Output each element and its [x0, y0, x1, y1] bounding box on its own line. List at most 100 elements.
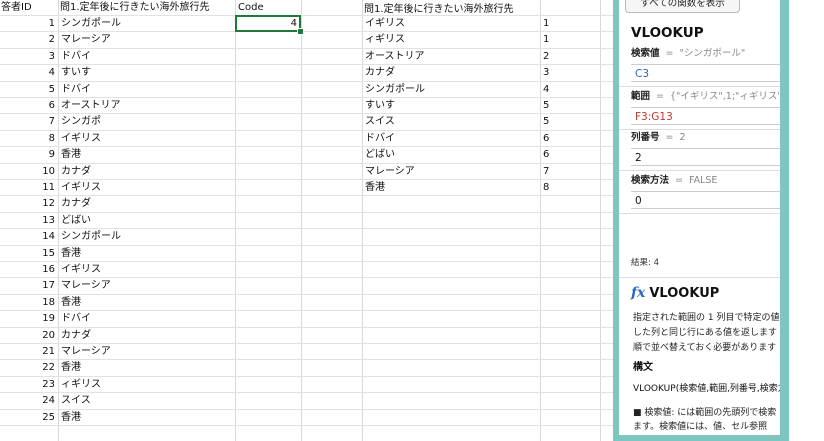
- lookup-name-cell[interactable]: カナダ: [365, 65, 539, 81]
- destination-cell[interactable]: シンガポール: [61, 16, 234, 32]
- respondent-id-cell[interactable]: 13: [0, 213, 58, 229]
- respondent-id-cell[interactable]: 2: [0, 32, 58, 48]
- selected-cell-c3[interactable]: [235, 15, 301, 32]
- header-code[interactable]: Code: [238, 0, 300, 16]
- lookup-code-cell[interactable]: 6: [543, 131, 599, 147]
- syntax-text: VLOOKUP(検索値,範囲,列番号,検索方: [633, 384, 780, 394]
- lookup-code-cell[interactable]: 1: [543, 16, 599, 32]
- lookup-name-cell[interactable]: ィギリス: [365, 32, 539, 48]
- header-question-1[interactable]: 問1.定年後に行きたい海外旅行先: [60, 0, 235, 16]
- argument-evaluated-value: 2: [679, 132, 686, 143]
- destination-cell[interactable]: 香港: [61, 360, 234, 376]
- destination-cell[interactable]: イギリス: [61, 131, 234, 147]
- respondent-id-cell[interactable]: 1: [0, 16, 58, 32]
- respondent-id-cell[interactable]: 22: [0, 360, 58, 376]
- panel-scroll-edge[interactable]: [780, 0, 789, 441]
- respondent-id-cell[interactable]: 17: [0, 278, 58, 294]
- destination-cell[interactable]: シンガポ: [61, 114, 234, 130]
- argument-input[interactable]: 2: [631, 148, 780, 166]
- description-line: 指定された範囲の 1 列目で特定の値: [633, 313, 780, 323]
- argument-help-line: ます。検索値には、値、セル参照: [633, 422, 768, 432]
- respondent-id-cell[interactable]: 20: [0, 328, 58, 344]
- respondent-id-cell[interactable]: 12: [0, 196, 58, 212]
- argument-input[interactable]: F3:G13: [631, 107, 780, 125]
- destination-cell[interactable]: ィギリス: [61, 377, 234, 393]
- lookup-code-cell[interactable]: 8: [543, 180, 599, 196]
- respondent-id-cell[interactable]: 10: [0, 164, 58, 180]
- respondent-id-cell[interactable]: 9: [0, 147, 58, 163]
- lookup-name-cell[interactable]: スイス: [365, 114, 539, 130]
- destination-cell[interactable]: マレーシア: [61, 32, 234, 48]
- function-title: VLOOKUP: [631, 25, 704, 41]
- argument-label: 列番号 = 2: [631, 129, 686, 143]
- spreadsheet-grid[interactable]: 答者ID 問1.定年後に行きたい海外旅行先 Code 問1.定年後に行きたい海外…: [0, 0, 613, 441]
- respondent-id-cell[interactable]: 18: [0, 295, 58, 311]
- show-all-functions-button[interactable]: すべての関数を表示: [625, 0, 740, 13]
- lookup-code-cell[interactable]: 5: [543, 114, 599, 130]
- lookup-name-cell[interactable]: オーストリア: [365, 49, 539, 65]
- lookup-code-cell[interactable]: 5: [543, 98, 599, 114]
- respondent-id-cell[interactable]: 3: [0, 49, 58, 65]
- destination-cell[interactable]: 香港: [61, 410, 234, 426]
- destination-cell[interactable]: ドバイ: [61, 311, 234, 327]
- argument-name: 検索値: [631, 48, 660, 59]
- respondent-id-cell[interactable]: 21: [0, 344, 58, 360]
- destination-cell[interactable]: オーストリア: [61, 98, 234, 114]
- respondent-id-cell[interactable]: 11: [0, 180, 58, 196]
- destination-cell[interactable]: カナダ: [61, 164, 234, 180]
- destination-cell[interactable]: マレーシア: [61, 344, 234, 360]
- lookup-code-cell[interactable]: 6: [543, 147, 599, 163]
- argument-input[interactable]: C3: [631, 64, 780, 82]
- destination-cell[interactable]: 香港: [61, 147, 234, 163]
- argument-label: 範囲 = {"イギリス",1;"ィギリス",1;": [631, 88, 780, 102]
- lookup-name-cell[interactable]: ドバイ: [365, 131, 539, 147]
- respondent-id-cell[interactable]: 23: [0, 377, 58, 393]
- destination-cell[interactable]: スイス: [61, 393, 234, 409]
- lookup-code-cell[interactable]: 1: [543, 32, 599, 48]
- destination-cell[interactable]: どばい: [61, 213, 234, 229]
- destination-cell[interactable]: イギリス: [61, 262, 234, 278]
- respondent-id-cell[interactable]: 15: [0, 246, 58, 262]
- respondent-id-cell[interactable]: 16: [0, 262, 58, 278]
- destination-cell[interactable]: カナダ: [61, 196, 234, 212]
- respondent-id-cell[interactable]: 6: [0, 98, 58, 114]
- function-help-name: VLOOKUP: [649, 286, 720, 301]
- lookup-code-cell[interactable]: 4: [543, 82, 599, 98]
- lookup-name-cell[interactable]: すいす: [365, 98, 539, 114]
- destination-cell[interactable]: イギリス: [61, 180, 234, 196]
- header-respondent-id[interactable]: 答者ID: [0, 0, 58, 16]
- lookup-name-cell[interactable]: イギリス: [365, 16, 539, 32]
- respondent-id-cell[interactable]: 25: [0, 410, 58, 426]
- lookup-code-cell[interactable]: 2: [543, 49, 599, 65]
- window-margin: [789, 0, 824, 441]
- lookup-name-cell[interactable]: 香港: [365, 180, 539, 196]
- argument-label: 検索値 = "シンガポール": [631, 45, 745, 59]
- argument-name: 列番号: [631, 132, 660, 143]
- respondent-id-cell[interactable]: 4: [0, 65, 58, 81]
- respondent-id-cell[interactable]: 7: [0, 114, 58, 130]
- respondent-id-cell[interactable]: 19: [0, 311, 58, 327]
- destination-cell[interactable]: マレーシア: [61, 278, 234, 294]
- argument-evaluated-value: {"イギリス",1;"ィギリス",1;": [669, 91, 780, 102]
- destination-cell[interactable]: 香港: [61, 246, 234, 262]
- fill-handle[interactable]: [297, 28, 304, 35]
- divider: [619, 277, 780, 278]
- respondent-id-cell[interactable]: 24: [0, 393, 58, 409]
- destination-cell[interactable]: シンガポール: [61, 229, 234, 245]
- respondent-id-cell[interactable]: 5: [0, 82, 58, 98]
- divider: [619, 86, 780, 87]
- lookup-code-cell[interactable]: 7: [543, 164, 599, 180]
- respondent-id-cell[interactable]: 8: [0, 131, 58, 147]
- destination-cell[interactable]: カナダ: [61, 328, 234, 344]
- destination-cell[interactable]: すいす: [61, 65, 234, 81]
- lookup-name-cell[interactable]: シンガポール: [365, 82, 539, 98]
- lookup-name-cell[interactable]: どばい: [365, 147, 539, 163]
- argument-input[interactable]: 0: [631, 191, 780, 209]
- lookup-code-cell[interactable]: 3: [543, 65, 599, 81]
- destination-cell[interactable]: ドバイ: [61, 49, 234, 65]
- destination-cell[interactable]: ドバイ: [61, 82, 234, 98]
- destination-cell[interactable]: 香港: [61, 295, 234, 311]
- function-help-title: fx VLOOKUP: [631, 285, 719, 301]
- lookup-name-cell[interactable]: マレーシア: [365, 164, 539, 180]
- respondent-id-cell[interactable]: 14: [0, 229, 58, 245]
